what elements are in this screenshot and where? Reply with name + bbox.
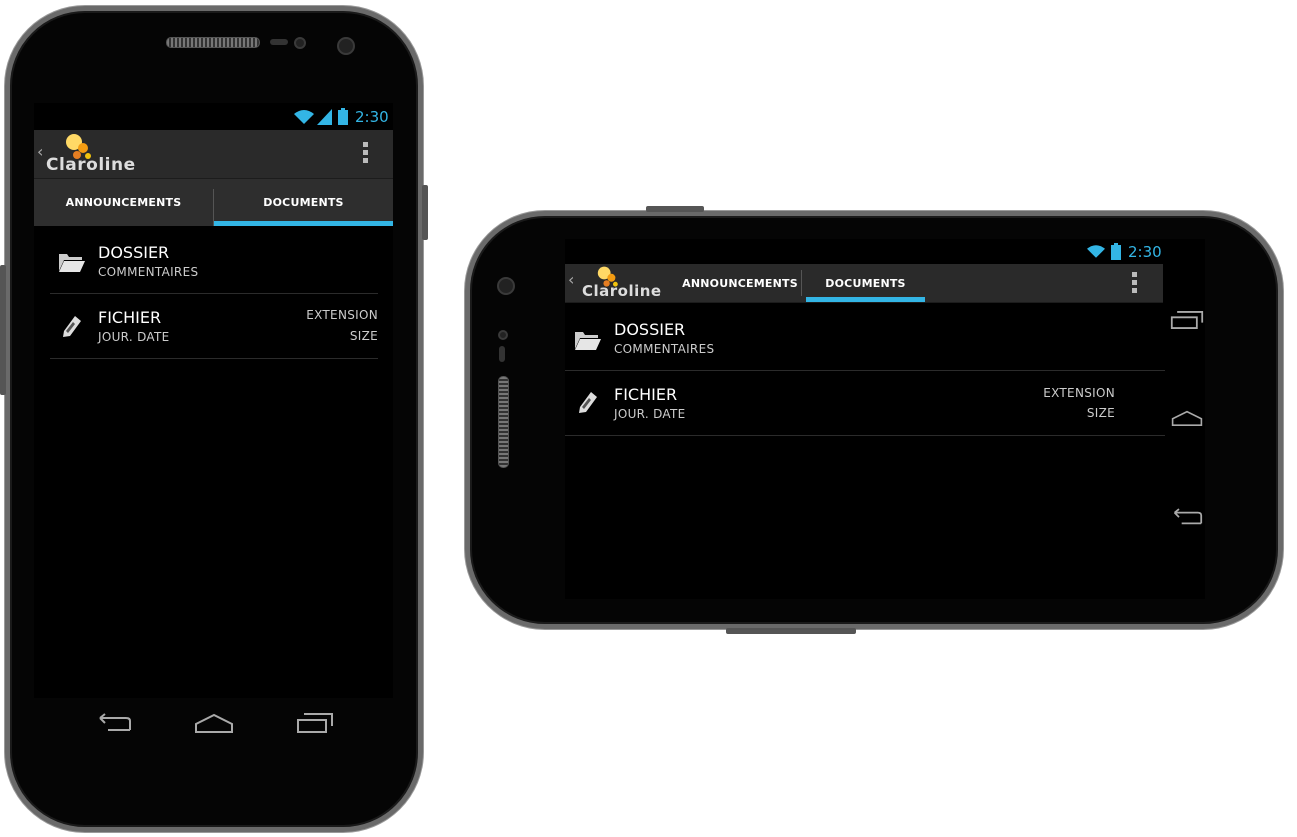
- pencil-icon: [63, 316, 81, 337]
- item-size: SIZE: [1086, 406, 1115, 420]
- up-caret-icon: ‹: [568, 270, 575, 289]
- item-subtitle: JOUR. DATE: [98, 330, 170, 344]
- item-title: DOSSIER: [614, 320, 686, 339]
- battery-icon: [338, 108, 348, 125]
- folder-icon: [59, 254, 85, 272]
- overflow-menu-button[interactable]: [352, 140, 380, 168]
- earpiece-speaker: [498, 376, 509, 468]
- item-extension: EXTENSION: [1043, 386, 1115, 400]
- item-extension: EXTENSION: [306, 308, 378, 322]
- home-icon[interactable]: [1171, 408, 1203, 428]
- home-icon[interactable]: [194, 712, 234, 734]
- recent-apps-icon[interactable]: [1170, 309, 1204, 331]
- wifi-icon: [1087, 245, 1105, 258]
- status-time: 2:30: [355, 108, 389, 126]
- item-subtitle: JOUR. DATE: [614, 407, 686, 421]
- documents-list: DOSSIER COMMENTAIRES FICHIER JOUR. DATE …: [565, 303, 1165, 599]
- status-bar: 2:30: [1085, 243, 1185, 263]
- documents-list: DOSSIER COMMENTAIRES FICHIER JOUR. DATE …: [34, 226, 393, 698]
- tab-label: DOCUMENTS: [825, 276, 906, 290]
- home-up-button[interactable]: ‹ Claroline: [565, 264, 665, 302]
- folder-icon: [575, 332, 601, 350]
- item-subtitle: COMMENTAIRES: [98, 265, 199, 279]
- tab-indicator: [806, 297, 925, 302]
- status-time: 2:30: [1128, 243, 1162, 261]
- item-title: FICHIER: [98, 308, 162, 327]
- action-bar: ‹ Claroline: [34, 130, 393, 179]
- volume-button: [0, 265, 6, 395]
- back-icon[interactable]: [96, 713, 132, 735]
- item-subtitle: COMMENTAIRES: [614, 342, 715, 356]
- sensor-icon: [294, 37, 306, 49]
- proximity-sensor: [499, 346, 505, 362]
- tab-label: ANNOUNCEMENTS: [682, 276, 798, 290]
- proximity-sensor: [270, 39, 288, 45]
- list-item[interactable]: DOSSIER COMMENTAIRES: [34, 226, 393, 293]
- tab-documents[interactable]: DOCUMENTS: [214, 179, 393, 226]
- tab-label: DOCUMENTS: [263, 196, 344, 209]
- screen-portrait: 2:30 ‹ Claroline ANNOUNCEMENTS DOCUMENTS: [34, 103, 393, 698]
- volume-button: [726, 628, 856, 634]
- list-item[interactable]: DOSSIER COMMENTAIRES: [565, 303, 1165, 370]
- tab-bar: ANNOUNCEMENTS DOCUMENTS: [34, 179, 393, 226]
- back-icon[interactable]: [1171, 508, 1203, 528]
- app-logo-text: Claroline: [46, 155, 136, 175]
- list-item[interactable]: FICHIER JOUR. DATE EXTENSION SIZE: [565, 371, 1165, 435]
- tab-announcements[interactable]: ANNOUNCEMENTS: [679, 264, 801, 302]
- list-item[interactable]: FICHIER JOUR. DATE EXTENSION SIZE: [34, 294, 393, 358]
- recent-apps-icon[interactable]: [296, 712, 334, 734]
- pencil-icon: [579, 392, 597, 413]
- signal-icon: [317, 109, 332, 125]
- wifi-icon: [294, 110, 314, 124]
- battery-icon: [1111, 243, 1121, 260]
- power-button: [646, 206, 704, 212]
- earpiece-speaker: [166, 37, 260, 48]
- screen-landscape: 2:30 ‹ Claroline ANNOUNCEMENTS DOCUMENTS: [565, 239, 1205, 599]
- sensor-icon: [498, 330, 508, 340]
- item-title: DOSSIER: [98, 243, 170, 262]
- front-camera: [497, 277, 515, 295]
- power-button: [422, 185, 428, 240]
- item-size: SIZE: [349, 329, 378, 343]
- item-title: FICHIER: [614, 385, 678, 404]
- action-bar: ‹ Claroline ANNOUNCEMENTS DOCUMENTS: [565, 264, 1163, 303]
- tab-announcements[interactable]: ANNOUNCEMENTS: [34, 179, 213, 226]
- front-camera: [337, 37, 355, 55]
- status-bar: 2:30: [292, 108, 392, 128]
- overflow-menu-button[interactable]: [1121, 269, 1149, 297]
- home-up-button[interactable]: ‹ Claroline: [34, 130, 136, 178]
- up-caret-icon: ‹: [37, 142, 44, 161]
- app-logo-text: Claroline: [582, 282, 662, 300]
- tab-label: ANNOUNCEMENTS: [65, 196, 182, 209]
